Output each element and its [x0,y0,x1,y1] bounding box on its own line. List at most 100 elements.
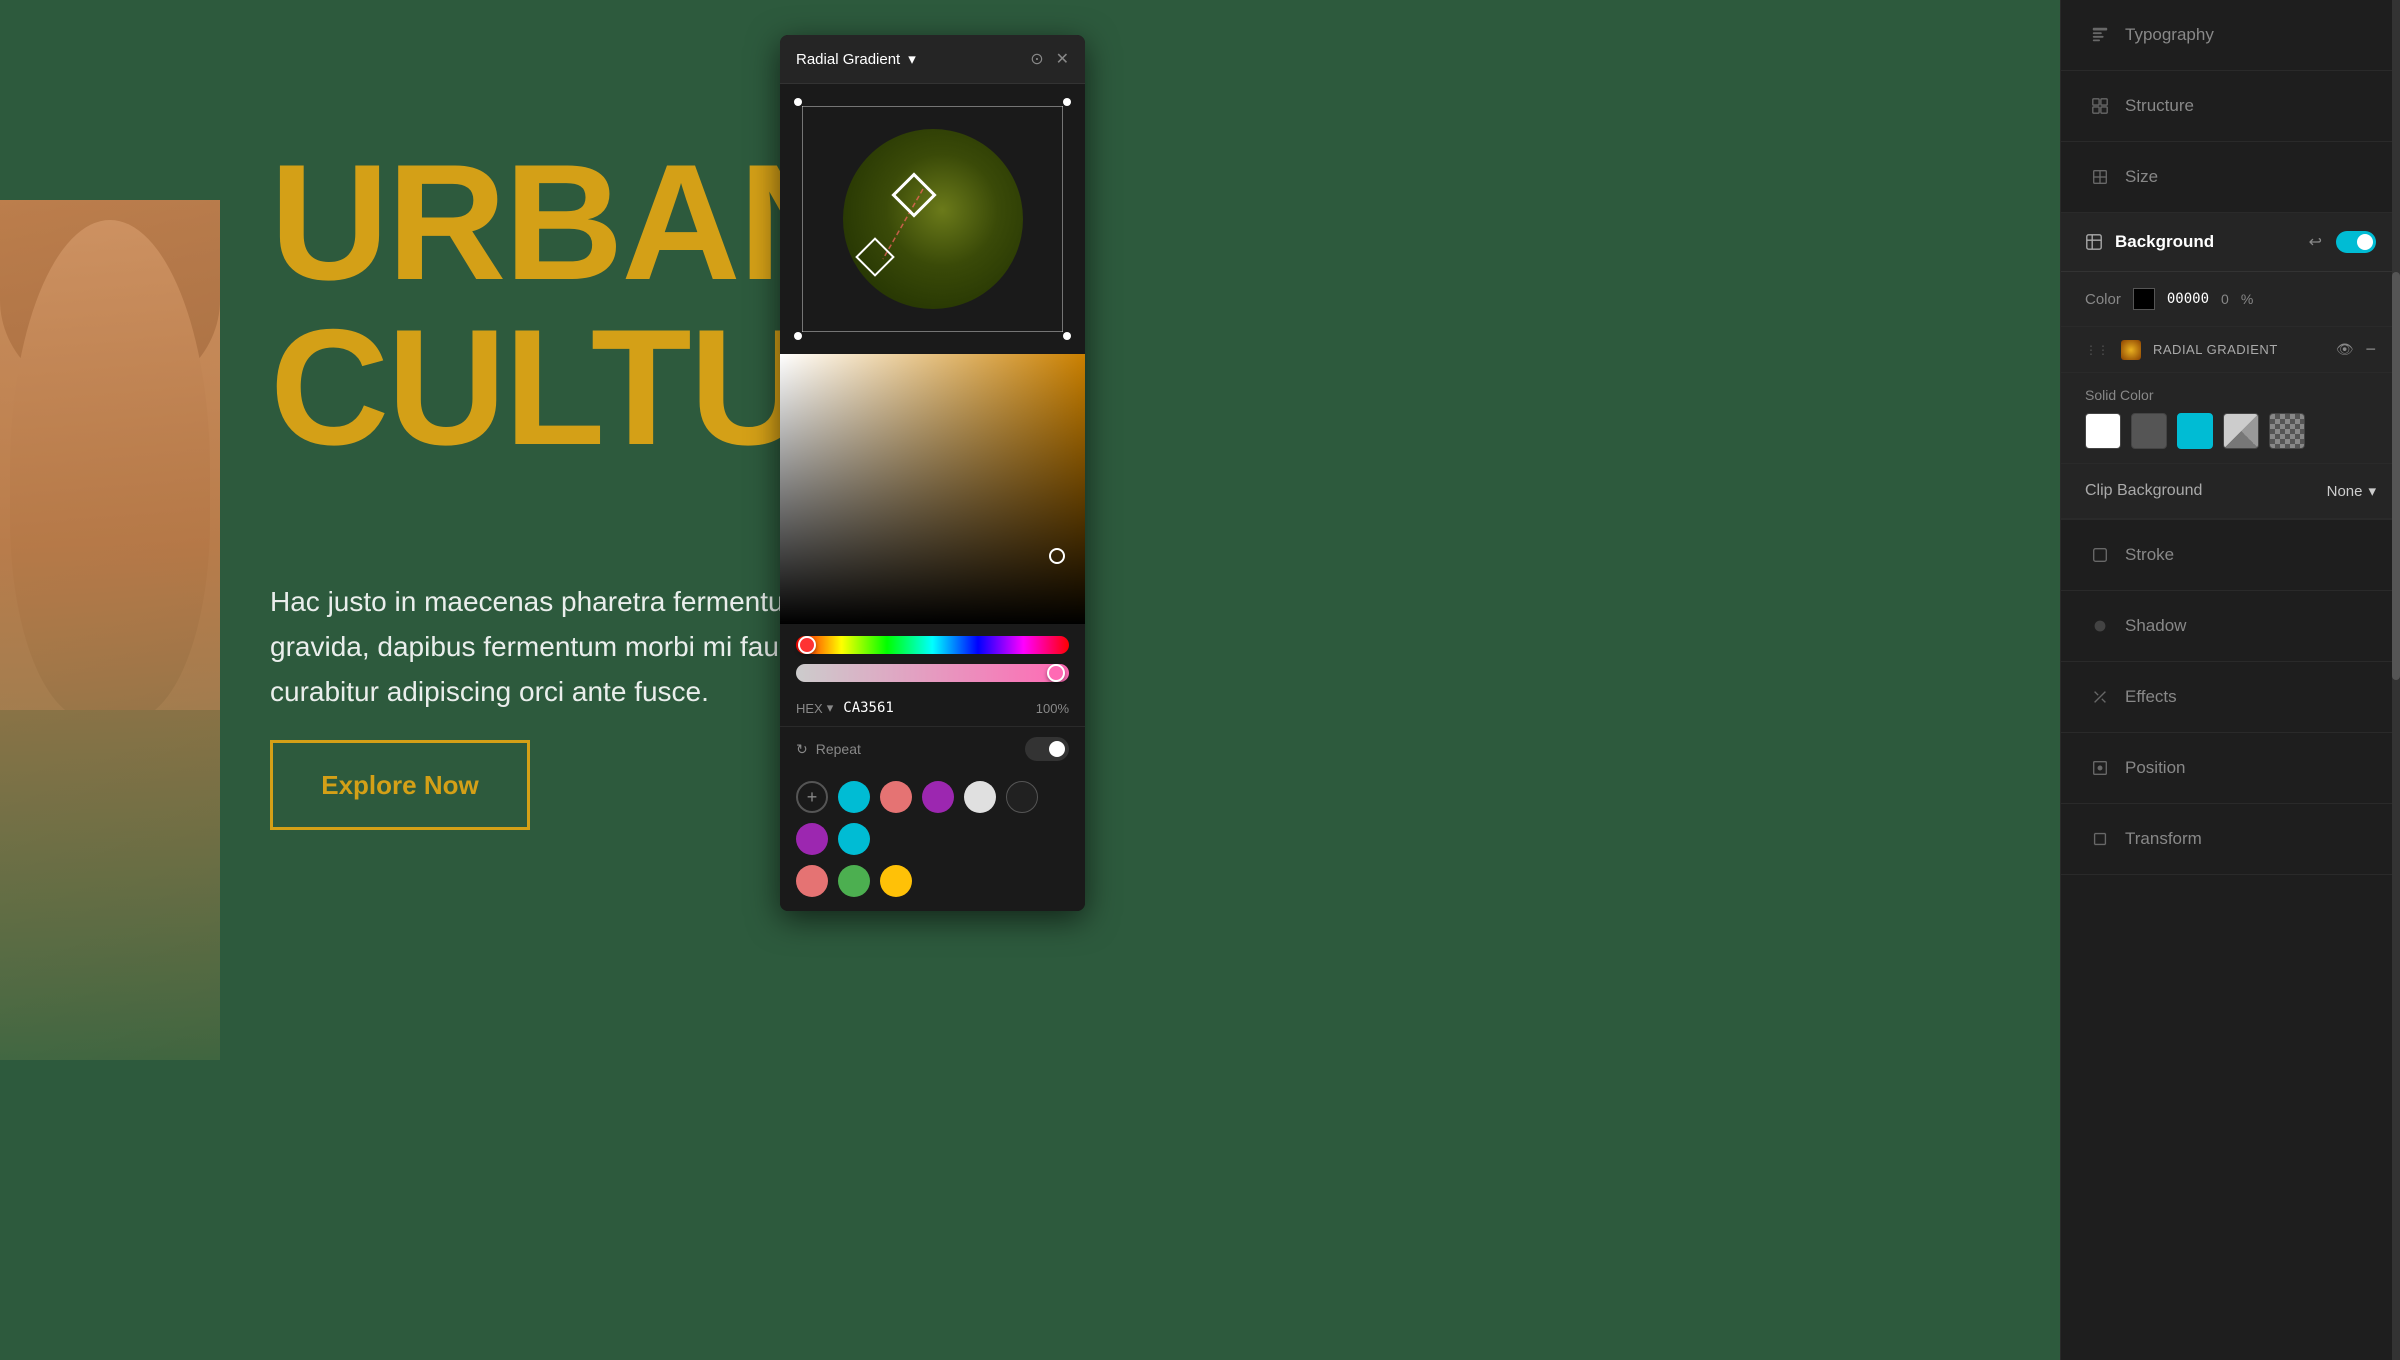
picker-title-dropdown[interactable]: Radial Gradient ▾ [796,50,916,68]
shadow-label: Shadow [2125,616,2186,636]
cta-button[interactable]: Explore Now [270,740,530,830]
picker-title-text: Radial Gradient [796,51,900,68]
swatch-teal2[interactable] [838,823,870,855]
shadow-icon [2089,615,2111,637]
swatch-teal-active[interactable] [2177,413,2213,449]
bb-right [1062,106,1063,332]
swatch-yellow[interactable] [880,865,912,897]
hue-slider[interactable] [796,636,1069,654]
structure-item[interactable]: Structure [2061,71,2400,141]
undo-icon[interactable]: ↩ [2309,232,2322,252]
repeat-toggle[interactable] [1025,737,1069,761]
color-num-value: 0 [2221,291,2229,307]
swatch-gradient-grey[interactable] [2223,413,2259,449]
hex-label[interactable]: HEX ▾ [796,700,833,716]
typography-icon [2089,24,2111,46]
color-swatch-small[interactable] [2133,288,2155,310]
right-panel: Typography Structure [2060,0,2400,1360]
drag-icon: ⋮⋮ [2085,343,2109,357]
swatch-coral[interactable] [880,781,912,813]
chevron-hex-icon: ▾ [827,700,834,716]
corner-bl[interactable] [794,332,802,340]
clip-background-row: Clip Background None ▾ [2061,464,2400,519]
corner-tl[interactable] [794,98,802,106]
stroke-icon [2089,544,2111,566]
swatch-red2[interactable] [796,865,828,897]
structure-label: Structure [2125,96,2194,116]
minus-icon[interactable]: − [2365,339,2376,360]
background-panel: Background ↩ Color 00000 0 % ⋮⋮ RADIAL G… [2061,213,2400,520]
swatch-white[interactable] [2085,413,2121,449]
structure-section: Structure [2061,71,2400,142]
close-icon[interactable]: ✕ [1056,49,1069,69]
swatch-green[interactable] [838,865,870,897]
alpha-thumb[interactable] [1047,664,1065,682]
swatches-row-1: + [780,771,1085,865]
typography-item[interactable]: Typography [2061,0,2400,70]
gradient-circle [843,129,1023,309]
effects-section: Effects [2061,662,2400,733]
corner-br[interactable] [1063,332,1071,340]
face [10,220,210,720]
color-hex-value: 00000 [2167,291,2209,307]
swatch-teal[interactable] [838,781,870,813]
swatch-dark[interactable] [1006,781,1038,813]
effects-item[interactable]: Effects [2061,662,2400,732]
bb-left [802,106,803,332]
hue-thumb[interactable] [798,636,816,654]
stroke-label: Stroke [2125,545,2174,565]
layer-gradient-preview [2121,340,2141,360]
solid-color-section: Solid Color [2061,373,2400,464]
swatch-medium-gray[interactable] [2131,413,2167,449]
size-icon [2089,166,2111,188]
swatch-purple[interactable] [922,781,954,813]
background-header: Background ↩ [2061,213,2400,272]
color-label: Color [2085,291,2121,308]
background-toggle[interactable] [2336,231,2376,253]
hair [0,200,220,400]
color-row: Color 00000 0 % [2061,272,2400,327]
effects-icon [2089,686,2111,708]
hex-input[interactable] [843,700,1025,716]
hue-slider-container [780,624,1085,690]
swatch-image[interactable] [2269,413,2305,449]
color-picker-panel: Radial Gradient ▾ ⊙ ✕ [780,35,1085,911]
background-icon [2085,233,2103,251]
chevron-down-icon: ▾ [908,50,916,68]
clip-background-label: Clip Background [2085,482,2202,500]
add-swatch-button[interactable]: + [796,781,828,813]
typography-section: Typography [2061,0,2400,71]
bb-bottom [802,331,1063,332]
alpha-slider[interactable] [796,664,1069,682]
swatch-light-gray[interactable] [964,781,996,813]
picker-header: Radial Gradient ▾ ⊙ ✕ [780,35,1085,84]
stroke-item[interactable]: Stroke [2061,520,2400,590]
color-gradient-area[interactable] [780,354,1085,624]
eye-icon[interactable]: 👁 [2336,341,2354,358]
transform-item[interactable]: Transform [2061,804,2400,874]
portrait-photo [0,200,220,1060]
transform-label: Transform [2125,829,2202,849]
opacity-value: 100% [1036,701,1069,716]
stroke-section: Stroke [2061,520,2400,591]
structure-icon [2089,95,2111,117]
size-item[interactable]: Size [2061,142,2400,212]
solid-color-label: Solid Color [2085,387,2376,403]
main-canvas: URBAN CULTURE Hac justo in maecenas phar… [0,0,2060,1360]
gradient-layer-label: RADIAL GRADIENT [2153,342,2324,357]
corner-tr[interactable] [1063,98,1071,106]
position-label: Position [2125,758,2185,778]
shadow-section: Shadow [2061,591,2400,662]
gradient-cursor [1049,548,1065,564]
swatch-purple2[interactable] [796,823,828,855]
scrollbar-thumb[interactable] [2392,272,2400,680]
background-title: Background [2085,232,2214,252]
hex-row: HEX ▾ 100% [780,690,1085,726]
position-item[interactable]: Position [2061,733,2400,803]
color-percent-value: % [2241,291,2253,307]
shadow-item[interactable]: Shadow [2061,591,2400,661]
reset-icon[interactable]: ⊙ [1030,49,1043,69]
clip-background-dropdown[interactable]: None ▾ [2327,482,2376,500]
swatches-row-2 [780,865,1085,911]
position-section: Position [2061,733,2400,804]
